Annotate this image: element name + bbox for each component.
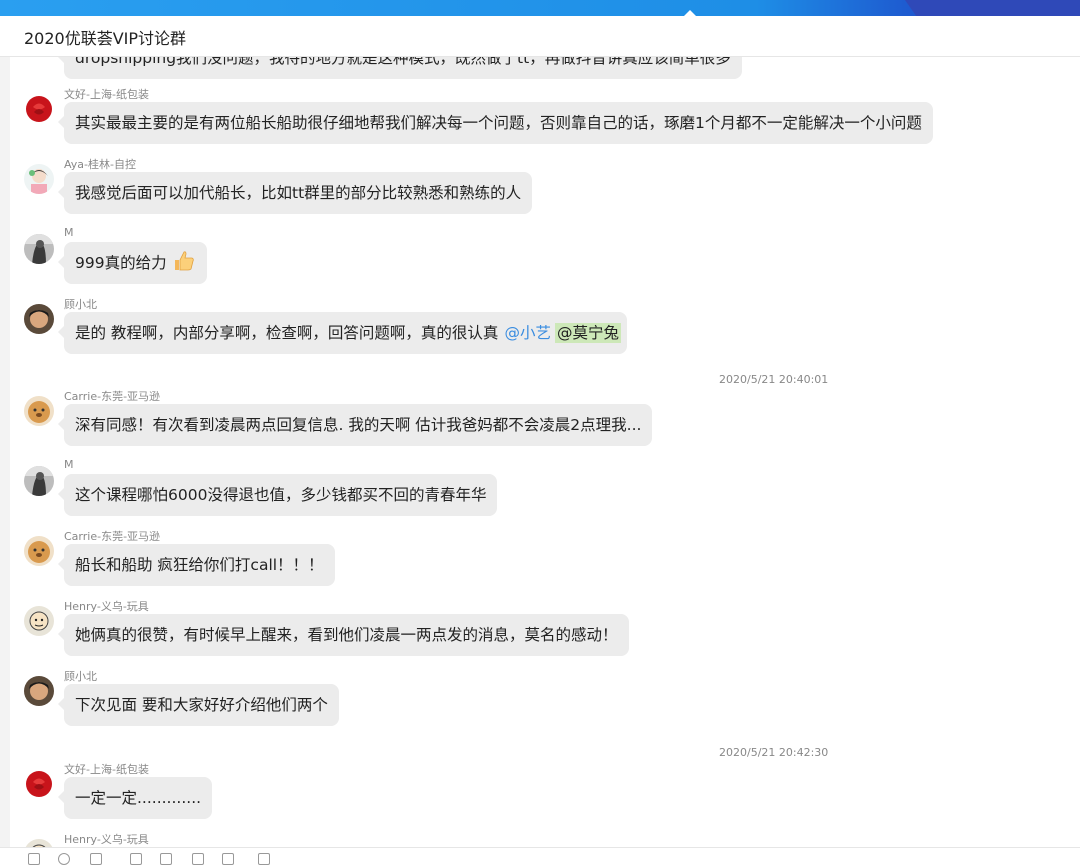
avatar[interactable] xyxy=(24,466,54,496)
boy-avatar-icon xyxy=(24,304,54,334)
avatar[interactable] xyxy=(24,676,54,706)
group-title: 2020优联荟VIP讨论群 xyxy=(24,29,187,48)
sender-name: Carrie-东莞-亚马逊 xyxy=(64,530,161,543)
message-text: 一定一定............. xyxy=(75,789,202,807)
folder-icon[interactable] xyxy=(192,853,204,865)
message-bubble[interactable]: 船长和船助 疯狂给你们打call！！！ xyxy=(58,544,335,586)
image-icon[interactable] xyxy=(130,853,142,865)
message-text: 船长和船助 疯狂给你们打call！！！ xyxy=(75,556,324,574)
emoji-icon[interactable] xyxy=(28,853,40,865)
scissors-icon[interactable] xyxy=(90,853,102,865)
message-bubble[interactable]: 深有同感！有次看到凌晨两点回复信息. 我的天啊 估计我爸妈都不会凌晨2点理我..… xyxy=(57,404,653,446)
window-top-bar xyxy=(0,0,1080,16)
cartoon-avatar-icon xyxy=(24,606,54,636)
dog-avatar-icon xyxy=(24,396,54,426)
avatar[interactable] xyxy=(24,304,54,334)
top-bar-accent xyxy=(905,0,1080,16)
sender-name: M xyxy=(64,226,74,239)
message-bubble[interactable]: 下次见面 要和大家好好介绍他们两个 xyxy=(58,684,339,726)
rose-avatar-icon xyxy=(24,94,54,124)
left-strip xyxy=(0,57,10,860)
timestamp: 2020/5/21 20:42:30 xyxy=(719,746,829,759)
message-text: dropshipping我们没问题，我待的地方就是这种模式，既然做了tt，再做抖… xyxy=(75,57,731,67)
message-bubble[interactable]: 她俩真的很赞，有时候早上醒来，看到他们凌晨一两点发的消息，莫名的感动！ xyxy=(58,614,629,656)
message-text: 其实最最主要的是有两位船长船助很仔细地帮我们解决每一个问题，否则靠自己的话，琢磨… xyxy=(75,114,922,132)
sender-name: 顾小北 xyxy=(64,298,97,311)
avatar[interactable] xyxy=(24,606,54,636)
sender-name: Carrie-东莞-亚马逊 xyxy=(64,390,161,403)
message-text: 我感觉后面可以加代船长，比如tt群里的部分比较熟悉和熟练的人 xyxy=(75,184,522,202)
avatar[interactable] xyxy=(24,769,54,799)
message-bubble[interactable]: 一定一定............. xyxy=(57,777,213,819)
timestamp: 2020/5/21 20:40:01 xyxy=(719,373,829,386)
message-text: 她俩真的很赞，有时候早上醒来，看到他们凌晨一两点发的消息，莫名的感动！ xyxy=(75,626,618,644)
boy-avatar-icon xyxy=(24,676,54,706)
avatar[interactable] xyxy=(24,839,54,847)
message-bubble[interactable]: 这个课程哪怕6000没得退也值，多少钱都买不回的青春年华 xyxy=(57,474,498,516)
chat-header: 2020优联荟VIP讨论群 xyxy=(0,16,1080,57)
message-text: 下次见面 要和大家好好介绍他们两个 xyxy=(75,696,328,714)
photo-avatar-icon xyxy=(24,466,54,496)
input-toolbar xyxy=(0,847,1080,865)
avatar[interactable] xyxy=(24,94,54,124)
message-text: 深有同感！有次看到凌晨两点回复信息. 我的天啊 估计我爸妈都不会凌晨2点理我..… xyxy=(75,416,642,434)
sender-name: 顾小北 xyxy=(64,670,97,683)
thumbs-up-icon xyxy=(174,251,194,271)
mention-link[interactable]: @小艺 xyxy=(504,324,551,342)
message-bubble[interactable]: 其实最最主要的是有两位船长船助很仔细地帮我们解决每一个问题，否则靠自己的话，琢磨… xyxy=(58,102,933,144)
sender-name: Henry-义乌-玩具 xyxy=(64,600,149,613)
smiley-icon[interactable] xyxy=(58,853,70,865)
avatar[interactable] xyxy=(24,164,54,194)
sender-name: 文好-上海-纸包装 xyxy=(64,88,149,101)
more-icon[interactable] xyxy=(258,853,270,865)
message-text: 这个课程哪怕6000没得退也值，多少钱都买不回的青春年华 xyxy=(75,486,487,504)
message-bubble[interactable]: 999真的给力 xyxy=(58,242,207,284)
message-text: 是的 教程啊，内部分享啊，检查啊，回答问题啊，真的很认真 xyxy=(75,324,499,342)
mention-highlight[interactable]: @莫宁兔 xyxy=(554,323,621,343)
sender-name: 文好-上海-纸包装 xyxy=(64,763,149,776)
message-text: 999真的给力 xyxy=(75,254,167,272)
file-icon[interactable] xyxy=(160,853,172,865)
screenshot-icon[interactable] xyxy=(222,853,234,865)
avatar[interactable] xyxy=(24,234,54,264)
avatar[interactable] xyxy=(24,536,54,566)
girl-avatar-icon xyxy=(24,164,54,194)
sender-name: Henry-义乌-玩具 xyxy=(64,833,149,846)
avatar[interactable] xyxy=(24,396,54,426)
message-bubble[interactable]: 是的 教程啊，内部分享啊，检查啊，回答问题啊，真的很认真 @小艺 @莫宁兔 xyxy=(58,312,627,354)
photo-avatar-icon xyxy=(24,234,54,264)
message-bubble[interactable]: dropshipping我们没问题，我待的地方就是这种模式，既然做了tt，再做抖… xyxy=(58,57,742,79)
message-list[interactable]: dropshipping我们没问题，我待的地方就是这种模式，既然做了tt，再做抖… xyxy=(10,57,1080,847)
message-bubble[interactable]: 我感觉后面可以加代船长，比如tt群里的部分比较熟悉和熟练的人 xyxy=(57,172,533,214)
sender-name: Aya-桂林-自控 xyxy=(64,158,136,171)
sender-name: M xyxy=(64,458,74,471)
cartoon-avatar-icon xyxy=(24,839,54,847)
dog-avatar-icon xyxy=(24,536,54,566)
rose-avatar-icon xyxy=(24,769,54,799)
